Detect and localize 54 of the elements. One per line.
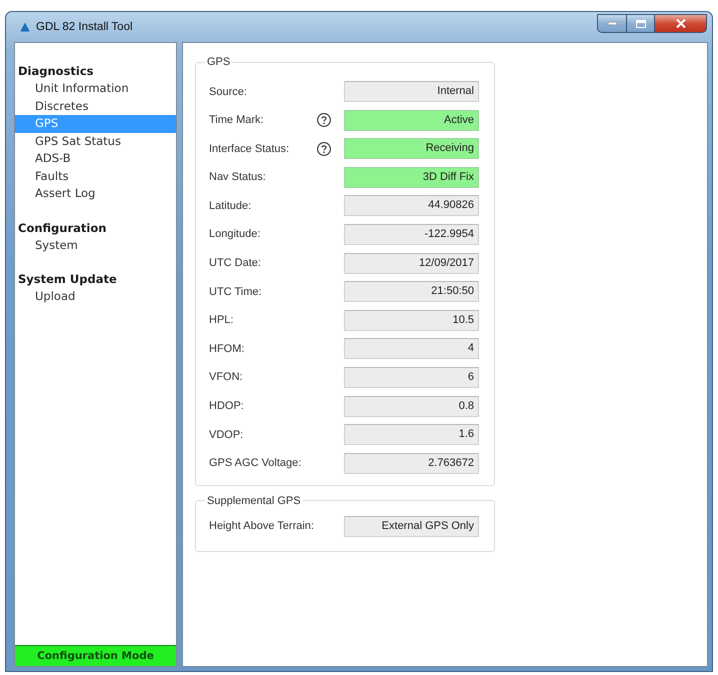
field-label: VDOP: — [209, 428, 244, 441]
field-label: HPL: — [209, 314, 234, 326]
field-label: Source: — [209, 86, 248, 98]
help-icon[interactable] — [317, 113, 331, 128]
section-heading: Configuration — [17, 220, 108, 236]
field-label: VFON: — [209, 371, 244, 384]
minimize-button[interactable] — [597, 14, 626, 33]
readout-field: 10.5 — [344, 310, 479, 331]
readout-field: 0.8 — [344, 396, 479, 417]
mode-status-label: Configuration Mode — [15, 645, 176, 666]
nav-item[interactable]: Upload — [15, 288, 176, 306]
field-label: GPS AGC Voltage: — [209, 457, 302, 470]
readout-field: 44.90826 — [344, 195, 479, 216]
field-label: Nav Status: — [209, 171, 267, 184]
nav-item[interactable]: Assert Log — [15, 185, 176, 202]
help-icon[interactable] — [317, 142, 331, 156]
maximize-icon — [636, 20, 646, 28]
readout-field: External GPS Only — [344, 516, 479, 537]
close-button[interactable] — [655, 14, 707, 33]
readout-field: 6 — [344, 366, 479, 388]
readout-field: Receiving — [344, 138, 479, 160]
maximize-button[interactable] — [626, 14, 655, 33]
readout-field: -122.9954 — [344, 224, 479, 245]
window-title: GDL 82 Install Tool — [36, 21, 133, 33]
group-title: Supplemental GPS — [206, 494, 302, 507]
group-title: GPS — [206, 56, 232, 68]
nav-item[interactable]: Discretes — [15, 98, 176, 115]
nav-item[interactable]: ADS-B — [15, 150, 176, 168]
nav-item[interactable]: GPS Sat Status — [15, 132, 176, 150]
readout-field: 4 — [344, 338, 479, 360]
triangle-icon — [20, 22, 30, 32]
field-label: UTC Date: — [209, 257, 262, 270]
field-label: HFOM: — [209, 342, 246, 355]
field-label: Height Above Terrain: — [209, 520, 314, 532]
nav-item[interactable]: Faults — [15, 168, 176, 185]
field-label: UTC Time: — [209, 286, 263, 298]
field-label: Longitude: — [209, 228, 262, 240]
nav-item[interactable]: System — [15, 236, 176, 254]
readout-field: 3D Diff Fix — [344, 166, 479, 188]
readout-field: Internal — [344, 81, 479, 102]
field-label: Latitude: — [209, 200, 252, 212]
readout-field: 1.6 — [344, 424, 479, 446]
field-label: HDOP: — [209, 400, 245, 412]
close-icon — [676, 19, 686, 28]
nav-item[interactable]: Unit Information — [15, 80, 176, 98]
section-heading: System Update — [17, 271, 118, 288]
minimize-icon — [608, 22, 616, 25]
field-label: Time Mark: — [209, 114, 265, 126]
section-heading: Diagnostics — [17, 63, 95, 80]
readout-field: 12/09/2017 — [344, 252, 479, 274]
readout-field: 21:50:50 — [344, 281, 479, 302]
field-label: Interface Status: — [209, 142, 290, 155]
readout-field: Active — [344, 110, 479, 131]
readout-field: 2.763672 — [344, 452, 479, 474]
